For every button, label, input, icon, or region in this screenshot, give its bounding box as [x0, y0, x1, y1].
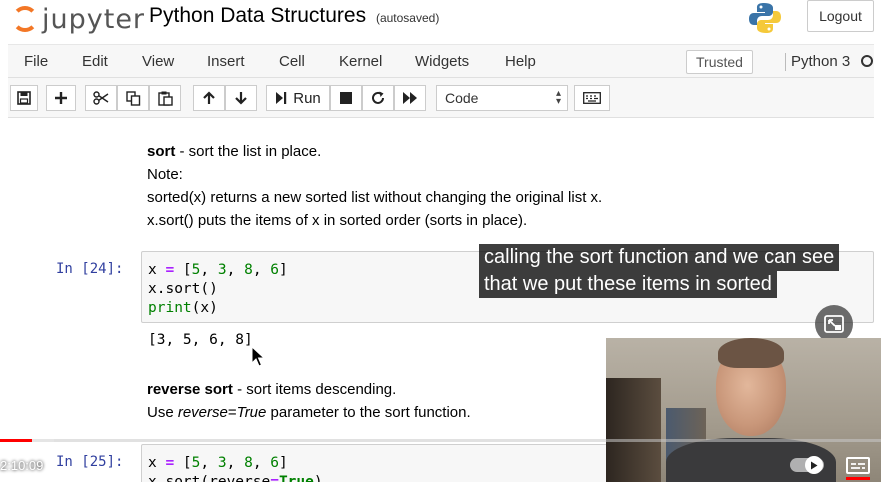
- subtitles-lines-icon: [851, 463, 865, 469]
- md-reverse-bold: reverse sort: [147, 381, 233, 398]
- restart-run-all-button[interactable]: [394, 85, 426, 111]
- md-reverse-heading: reverse sort - sort items descending.: [147, 378, 471, 401]
- notebook-title[interactable]: Python Data Structures (autosaved): [149, 4, 439, 28]
- md-sort-bold: sort: [147, 143, 176, 160]
- markdown-cell-sort[interactable]: sort - sort the list in place. Note: sor…: [147, 140, 602, 232]
- subtitles-icon[interactable]: [846, 457, 870, 474]
- video-buffer-bar: [32, 439, 54, 442]
- step-forward-icon: [276, 92, 287, 104]
- md-equals: =: [227, 404, 237, 421]
- menu-view[interactable]: View: [142, 53, 174, 70]
- run-label: Run: [293, 89, 321, 107]
- fast-forward-icon: [403, 92, 417, 104]
- input-prompt-24: In [24]:: [56, 261, 124, 277]
- md-true-value: True: [236, 404, 267, 421]
- cut-cell-button[interactable]: [85, 85, 117, 111]
- notebook-title-text[interactable]: Python Data Structures: [149, 4, 366, 27]
- keyboard-icon: [583, 92, 601, 104]
- paste-icon: [157, 91, 173, 106]
- arrow-up-icon: [203, 91, 215, 104]
- run-button[interactable]: Run: [266, 85, 330, 111]
- copy-icon: [125, 90, 140, 106]
- kernel-name[interactable]: Python 3: [791, 53, 850, 70]
- caption-line-2: that we put these items in sorted: [479, 271, 777, 298]
- presenter-hair: [718, 338, 784, 368]
- md-param-rest: parameter to the sort function.: [266, 404, 471, 421]
- plus-icon: [55, 92, 67, 104]
- trusted-indicator[interactable]: Trusted: [686, 50, 753, 74]
- md-sort-heading: sort - sort the list in place.: [147, 140, 602, 163]
- kernel-status-icon: [861, 55, 873, 67]
- arrow-down-icon: [235, 92, 247, 105]
- menu-insert[interactable]: Insert: [207, 53, 245, 70]
- jupyter-logo-icon: [12, 6, 38, 32]
- menu-edit[interactable]: Edit: [82, 53, 108, 70]
- autosave-status: (autosaved): [375, 11, 440, 25]
- caption-line-1: calling the sort function and we can see: [479, 244, 840, 271]
- mouse-cursor-icon: [251, 346, 265, 367]
- code-line-3: print(x): [148, 300, 218, 316]
- cell-type-value: Code: [445, 90, 479, 106]
- select-arrows-icon: ▴ ▾: [555, 88, 561, 107]
- md-xsort-line: x.sort() puts the items of x in sorted o…: [147, 212, 528, 229]
- save-button[interactable]: [10, 85, 38, 111]
- move-down-button[interactable]: [225, 85, 257, 111]
- scissors-icon: [93, 91, 109, 105]
- md-reverse-usage: Use reverse=True parameter to the sort f…: [147, 401, 471, 424]
- menu-help[interactable]: Help: [505, 53, 536, 70]
- paste-cell-button[interactable]: [149, 85, 181, 111]
- notebook-toolbar: Run Code ▴ ▾: [8, 78, 874, 118]
- save-icon: [17, 91, 31, 105]
- jupyter-logo[interactable]: jupyter: [12, 2, 145, 36]
- input-prompt-25: In [25]:: [56, 454, 124, 470]
- move-up-button[interactable]: [193, 85, 225, 111]
- subtitles-active-indicator: [846, 477, 870, 480]
- markdown-cell-reverse-sort[interactable]: reverse sort - sort items descending. Us…: [147, 378, 471, 424]
- picture-in-picture-icon: [824, 315, 844, 333]
- md-use: Use: [147, 404, 178, 421]
- play-icon: [811, 461, 818, 469]
- cell-type-select[interactable]: Code ▴ ▾: [436, 85, 568, 111]
- logout-button[interactable]: Logout: [807, 0, 874, 32]
- video-progress-track[interactable]: [0, 439, 881, 442]
- video-caption: calling the sort function and we can see…: [479, 244, 871, 298]
- md-reverse-desc: - sort items descending.: [232, 381, 397, 398]
- md-sort-desc: - sort the list in place.: [175, 143, 322, 160]
- interrupt-kernel-button[interactable]: [330, 85, 362, 111]
- md-sorted-line: sorted(x) returns a new sorted list with…: [147, 189, 603, 206]
- restart-kernel-button[interactable]: [362, 85, 394, 111]
- video-progress-fill: [0, 439, 32, 442]
- insert-cell-button[interactable]: [46, 85, 76, 111]
- python-logo-icon: [749, 3, 781, 33]
- video-timestamp: 2:10:09: [0, 458, 44, 473]
- md-reverse-param: reverse: [177, 404, 228, 421]
- copy-cell-button[interactable]: [117, 85, 149, 111]
- menu-file[interactable]: File: [24, 53, 48, 70]
- command-palette-button[interactable]: [574, 85, 610, 111]
- menu-bar: File Edit View Insert Cell Kernel Widget…: [8, 44, 874, 78]
- autoplay-knob: [805, 456, 823, 474]
- kernel-separator: [785, 53, 786, 71]
- output-24: [3, 5, 6, 8]: [148, 332, 253, 348]
- refresh-icon: [372, 91, 384, 104]
- stop-icon: [340, 92, 352, 104]
- bookshelf-shape: [606, 378, 661, 482]
- webcam-overlay: [606, 338, 881, 482]
- jupyter-logo-text: jupyter: [42, 3, 146, 35]
- menu-widgets[interactable]: Widgets: [415, 53, 469, 70]
- md-note: Note:: [147, 166, 183, 183]
- menu-kernel[interactable]: Kernel: [339, 53, 382, 70]
- menu-cell[interactable]: Cell: [279, 53, 305, 70]
- notebook-header: jupyter Python Data Structures (autosave…: [0, 0, 881, 44]
